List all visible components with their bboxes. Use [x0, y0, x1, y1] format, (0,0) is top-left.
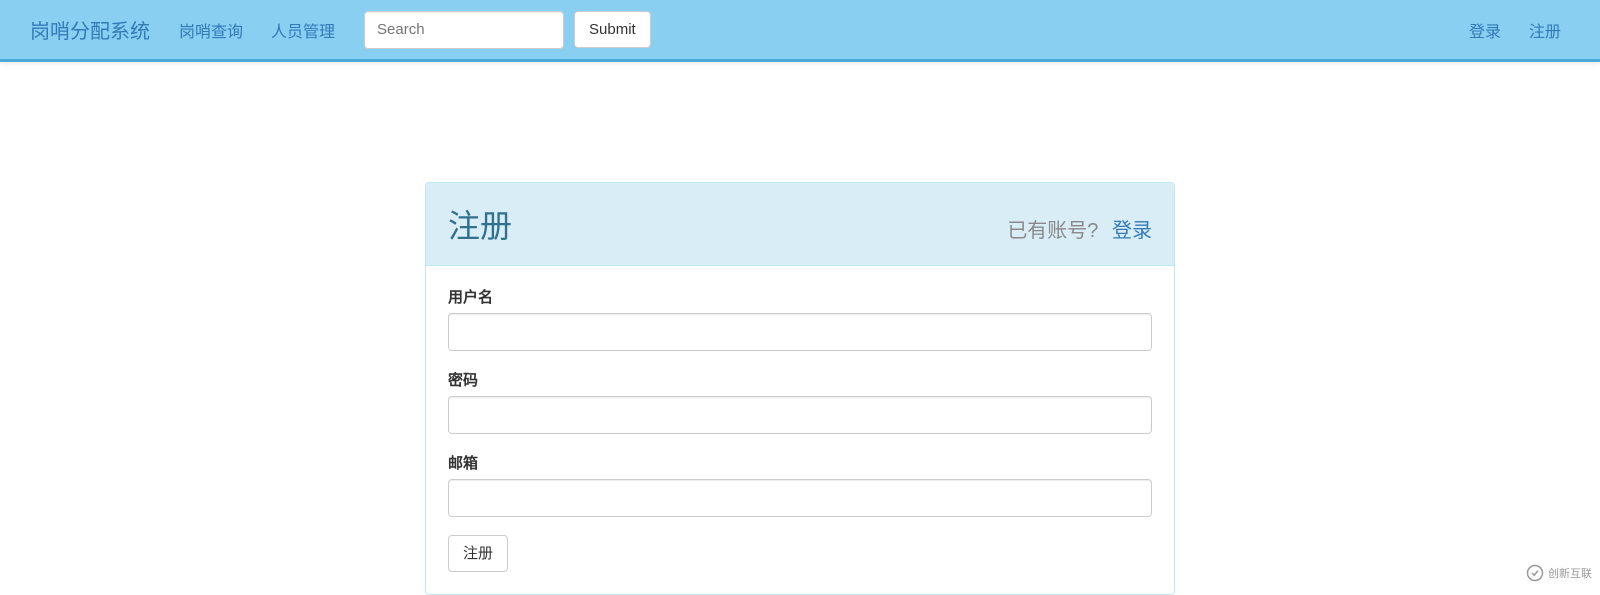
email-field[interactable]: [448, 479, 1152, 517]
nav-left: 岗哨分配系统 岗哨查询 人员管理 Submit: [10, 0, 651, 59]
nav-link-login[interactable]: 登录: [1455, 3, 1515, 57]
panel-title: 注册: [448, 201, 512, 247]
nav-link-query[interactable]: 岗哨查询: [165, 3, 257, 57]
panel-body: 用户名 密码 邮箱 注册: [426, 266, 1174, 594]
navbar-brand[interactable]: 岗哨分配系统: [15, 0, 165, 59]
email-label: 邮箱: [448, 452, 1152, 473]
navbar-search-form: Submit: [364, 11, 651, 49]
search-submit-button[interactable]: Submit: [574, 11, 651, 48]
panel-heading: 注册 已有账号? 登录: [426, 183, 1174, 266]
search-input[interactable]: [364, 11, 564, 49]
password-label: 密码: [448, 369, 1152, 390]
watermark-icon: [1526, 564, 1544, 582]
username-field[interactable]: [448, 313, 1152, 351]
nav-link-personnel[interactable]: 人员管理: [257, 3, 349, 57]
register-panel: 注册 已有账号? 登录 用户名 密码 邮箱 注册: [425, 182, 1175, 595]
watermark-text: 创新互联: [1548, 565, 1592, 581]
main-container: 注册 已有账号? 登录 用户名 密码 邮箱 注册: [425, 182, 1175, 595]
watermark: 创新互联: [1526, 564, 1592, 582]
register-button[interactable]: 注册: [448, 535, 508, 572]
panel-sub: 已有账号? 登录: [1007, 214, 1152, 243]
navbar: 岗哨分配系统 岗哨查询 人员管理 Submit 登录 注册: [0, 0, 1600, 62]
password-field[interactable]: [448, 396, 1152, 434]
username-label: 用户名: [448, 286, 1152, 307]
form-group-password: 密码: [448, 369, 1152, 434]
panel-login-link[interactable]: 登录: [1112, 220, 1152, 242]
nav-right: 登录 注册: [1455, 3, 1575, 57]
nav-link-register[interactable]: 注册: [1515, 3, 1575, 57]
form-group-username: 用户名: [448, 286, 1152, 351]
panel-sub-text: 已有账号?: [1007, 220, 1098, 242]
form-group-email: 邮箱: [448, 452, 1152, 517]
